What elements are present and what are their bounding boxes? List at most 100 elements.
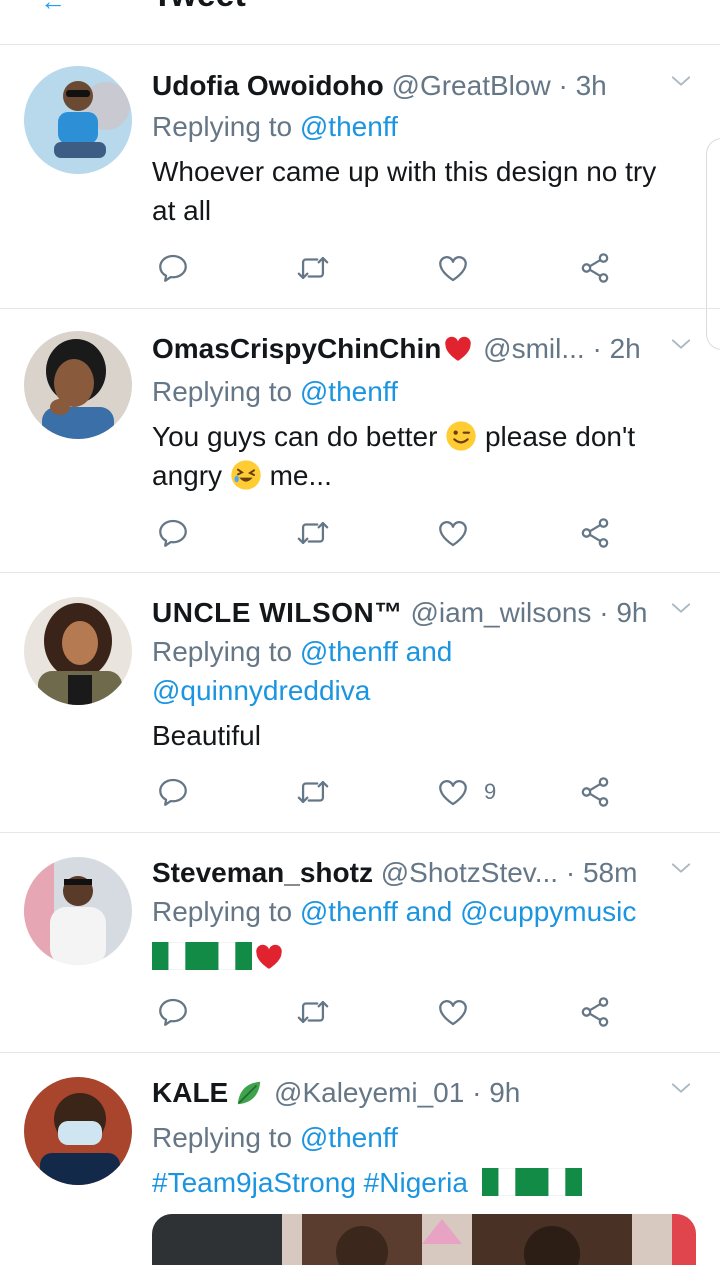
reply-button[interactable] bbox=[156, 513, 190, 553]
mention-link[interactable]: @thenff bbox=[300, 1122, 398, 1153]
tweet-text: Whoever came up with this design no try … bbox=[152, 152, 697, 230]
replying-to: Replying to @thenff and @cuppymusic bbox=[152, 892, 636, 931]
share-icon bbox=[578, 516, 612, 550]
tweet-text-line: Beautiful bbox=[152, 720, 261, 751]
user-handle[interactable]: @smil... bbox=[483, 333, 585, 364]
tweet-reply[interactable]: UNCLE WILSON™ @iam_wilsons · 9h Replying… bbox=[0, 573, 720, 833]
chevron-down-icon[interactable] bbox=[670, 70, 692, 92]
avatar[interactable] bbox=[24, 857, 132, 965]
replying-to: Replying to @thenff bbox=[152, 372, 398, 411]
tweet-header: UNCLE WILSON™ @iam_wilsons · 9h bbox=[152, 595, 672, 631]
share-icon bbox=[578, 775, 612, 809]
retweet-button[interactable] bbox=[296, 248, 330, 288]
display-name[interactable]: Udofia Owoidoho bbox=[152, 70, 384, 101]
reply-button[interactable] bbox=[156, 772, 190, 812]
display-name[interactable]: UNCLE WILSON™ bbox=[152, 597, 403, 628]
heart-icon bbox=[436, 995, 470, 1029]
heart-icon bbox=[436, 251, 470, 285]
timestamp[interactable]: 3h bbox=[576, 70, 607, 101]
timestamp[interactable]: 58m bbox=[583, 857, 637, 888]
tweet-text bbox=[152, 937, 697, 976]
tweet-reply[interactable]: Udofia Owoidoho @GreatBlow · 3h Replying… bbox=[0, 46, 720, 309]
reply-icon bbox=[156, 775, 190, 809]
tweet-reply[interactable]: OmasCrispyChinChin @smil... · 2h Replyin… bbox=[0, 309, 720, 573]
tweet-media-image[interactable] bbox=[152, 1214, 696, 1265]
user-handle[interactable]: @ShotzStev... bbox=[381, 857, 558, 888]
avatar[interactable] bbox=[24, 1077, 132, 1185]
display-name[interactable]: KALE bbox=[152, 1077, 228, 1108]
like-button[interactable] bbox=[436, 992, 470, 1032]
red-heart-icon bbox=[441, 334, 475, 364]
share-button[interactable] bbox=[578, 992, 612, 1032]
share-button[interactable] bbox=[578, 248, 612, 288]
mention-link[interactable]: @thenff and bbox=[300, 636, 452, 667]
reply-icon bbox=[156, 516, 190, 550]
avatar[interactable] bbox=[24, 66, 132, 174]
display-name[interactable]: Steveman_shotz bbox=[152, 857, 373, 888]
top-app-bar: ← Tweet bbox=[0, 0, 720, 45]
leafy-green-icon bbox=[232, 1078, 266, 1108]
like-button[interactable] bbox=[436, 513, 470, 553]
hashtag-links[interactable]: #Team9jaStrong #Nigeria bbox=[152, 1167, 468, 1198]
red-heart-icon bbox=[252, 942, 286, 972]
chevron-down-icon[interactable] bbox=[670, 333, 692, 355]
chevron-down-icon[interactable] bbox=[670, 597, 692, 619]
separator-dot: · bbox=[592, 333, 602, 364]
reply-icon bbox=[156, 995, 190, 1029]
mention-link[interactable]: @thenff bbox=[300, 376, 398, 407]
replying-line: Replying to @thenff and bbox=[152, 632, 452, 671]
reply-button[interactable] bbox=[156, 992, 190, 1032]
display-name[interactable]: OmasCrispyChinChin bbox=[152, 333, 441, 364]
retweet-button[interactable] bbox=[296, 992, 330, 1032]
like-button[interactable]: 9 bbox=[436, 772, 496, 812]
mention-link[interactable]: @quinnydreddiva bbox=[152, 671, 452, 710]
like-button[interactable] bbox=[436, 248, 470, 288]
chevron-down-icon[interactable] bbox=[670, 1077, 692, 1099]
tweet-text-part: please don't bbox=[484, 421, 636, 452]
mention-link[interactable]: @thenff and @cuppymusic bbox=[300, 896, 637, 927]
tweet-text-line: Whoever came up with this design no try bbox=[152, 156, 657, 187]
separator-dot: · bbox=[599, 597, 609, 628]
tweet-text: You guys can do better please don't angr… bbox=[152, 417, 697, 495]
nigeria-flag-icon bbox=[202, 942, 252, 970]
tweet-header: Steveman_shotz @ShotzStev... · 58m bbox=[152, 855, 672, 891]
separator-dot: · bbox=[472, 1077, 482, 1108]
replying-prefix: Replying to bbox=[152, 111, 293, 142]
retweet-icon bbox=[296, 251, 330, 285]
tweet-actions bbox=[152, 248, 632, 288]
reply-button[interactable] bbox=[156, 248, 190, 288]
avatar[interactable] bbox=[24, 597, 132, 705]
tweet-text-line: at all bbox=[152, 195, 212, 226]
timestamp[interactable]: 9h bbox=[616, 597, 647, 628]
share-icon bbox=[578, 995, 612, 1029]
replying-to: Replying to @thenff and @quinnydreddiva bbox=[152, 632, 452, 710]
user-handle[interactable]: @iam_wilsons bbox=[411, 597, 592, 628]
avatar[interactable] bbox=[24, 331, 132, 439]
tweet-text: Beautiful bbox=[152, 716, 697, 755]
tweet-reply[interactable]: Steveman_shotz @ShotzStev... · 58m Reply… bbox=[0, 833, 720, 1053]
timestamp[interactable]: 2h bbox=[610, 333, 641, 364]
chevron-down-icon[interactable] bbox=[670, 857, 692, 879]
tweet-text: #Team9jaStrong #Nigeria bbox=[152, 1163, 697, 1202]
user-handle[interactable]: @GreatBlow bbox=[392, 70, 551, 101]
share-button[interactable] bbox=[578, 513, 612, 553]
mention-link[interactable]: @thenff bbox=[300, 111, 398, 142]
retweet-button[interactable] bbox=[296, 772, 330, 812]
retweet-button[interactable] bbox=[296, 513, 330, 553]
heart-icon bbox=[436, 516, 470, 550]
nigeria-flag-icon bbox=[532, 1168, 582, 1196]
replying-prefix: Replying to bbox=[152, 1122, 293, 1153]
user-handle[interactable]: @Kaleyemi_01 bbox=[274, 1077, 464, 1108]
nigeria-flag-icon bbox=[482, 1168, 532, 1196]
share-button[interactable] bbox=[578, 772, 612, 812]
replying-prefix: Replying to bbox=[152, 636, 293, 667]
page-title: Tweet bbox=[152, 0, 246, 15]
separator-dot: · bbox=[558, 70, 568, 101]
reply-icon bbox=[156, 251, 190, 285]
timestamp[interactable]: 9h bbox=[489, 1077, 520, 1108]
back-arrow-icon[interactable]: ← bbox=[40, 0, 66, 17]
retweet-icon bbox=[296, 516, 330, 550]
tweet-actions bbox=[152, 513, 632, 553]
share-icon bbox=[578, 251, 612, 285]
retweet-icon bbox=[296, 995, 330, 1029]
